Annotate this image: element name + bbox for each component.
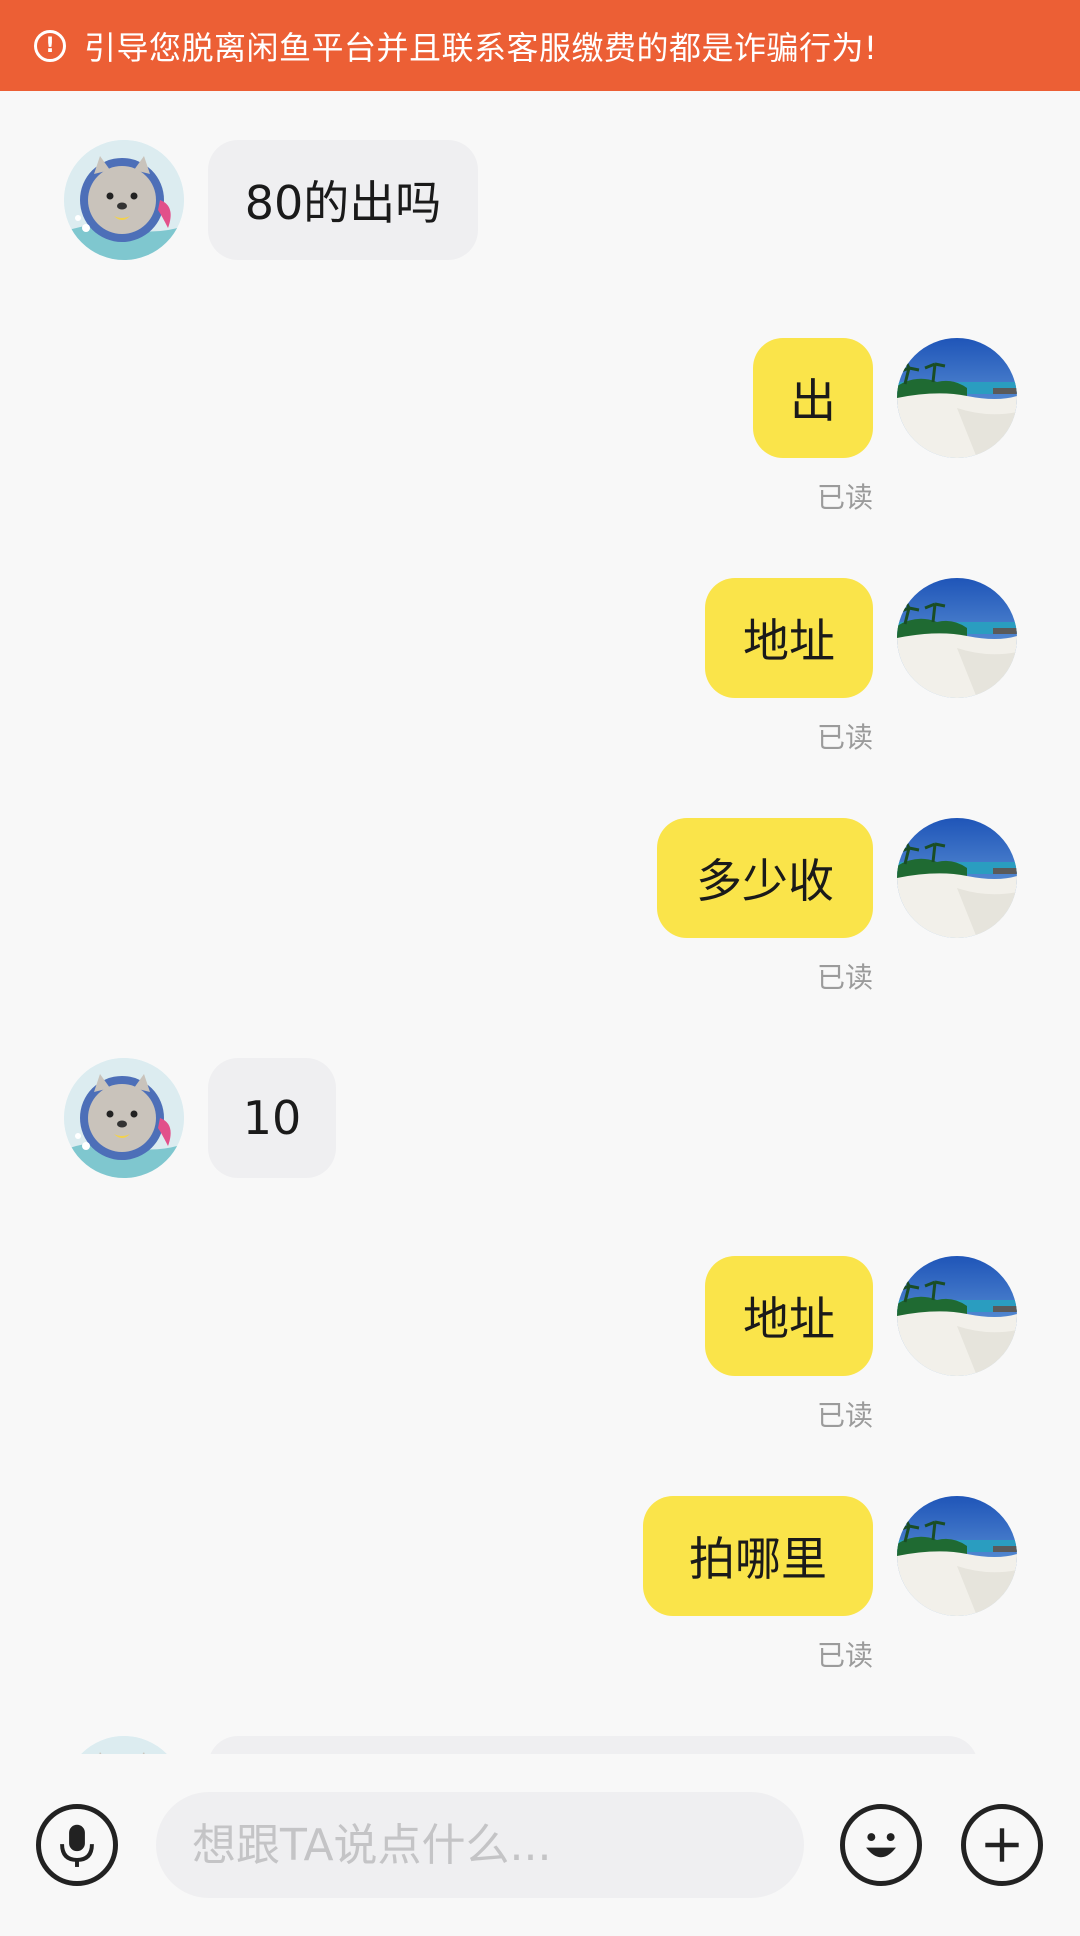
message-text: 拍哪里 bbox=[689, 1532, 827, 1586]
microphone-icon bbox=[41, 1809, 113, 1881]
emoji-button[interactable] bbox=[840, 1804, 922, 1886]
read-status: 已读 bbox=[816, 721, 873, 754]
incoming-message-bubble[interactable]: 10 bbox=[208, 1058, 336, 1178]
outgoing-message-bubble[interactable]: 出 bbox=[753, 338, 873, 458]
message-input-bar bbox=[0, 1754, 1080, 1936]
exclamation-circle-icon: ! bbox=[34, 29, 66, 62]
read-status: 已读 bbox=[816, 961, 873, 994]
my-avatar[interactable] bbox=[897, 338, 1017, 458]
outgoing-message-bubble[interactable]: 拍哪里 bbox=[643, 1496, 873, 1616]
my-avatar[interactable] bbox=[897, 1496, 1017, 1616]
contact-avatar[interactable] bbox=[64, 1058, 184, 1178]
outgoing-message-bubble[interactable]: 地址 bbox=[705, 578, 873, 698]
smiley-icon bbox=[845, 1809, 917, 1881]
message-text: 地址 bbox=[743, 1292, 835, 1346]
voice-button[interactable] bbox=[36, 1804, 118, 1886]
contact-avatar[interactable] bbox=[64, 140, 184, 260]
message-text: 地址 bbox=[743, 614, 835, 668]
plus-circle-icon bbox=[966, 1809, 1038, 1881]
outgoing-message-bubble[interactable]: 地址 bbox=[705, 1256, 873, 1376]
my-avatar[interactable] bbox=[897, 1256, 1017, 1376]
message-text: 80的出吗 bbox=[244, 176, 442, 230]
my-avatar[interactable] bbox=[897, 818, 1017, 938]
add-button[interactable] bbox=[961, 1804, 1043, 1886]
read-status: 已读 bbox=[816, 1639, 873, 1672]
incoming-message-bubble[interactable]: 80的出吗 bbox=[208, 140, 478, 260]
message-text: 多少收 bbox=[696, 854, 834, 908]
outgoing-message-bubble[interactable]: 多少收 bbox=[657, 818, 873, 938]
message-input[interactable] bbox=[156, 1792, 804, 1898]
message-text: 出 bbox=[790, 374, 836, 428]
fraud-warning-banner: ! 引导您脱离闲鱼平台并且联系客服缴费的都是诈骗行为! bbox=[0, 0, 1080, 91]
my-avatar[interactable] bbox=[897, 578, 1017, 698]
read-status: 已读 bbox=[816, 1399, 873, 1432]
read-status: 已读 bbox=[816, 481, 873, 514]
message-text: 10 bbox=[242, 1091, 302, 1145]
fraud-warning-text: 引导您脱离闲鱼平台并且联系客服缴费的都是诈骗行为! bbox=[84, 28, 878, 67]
